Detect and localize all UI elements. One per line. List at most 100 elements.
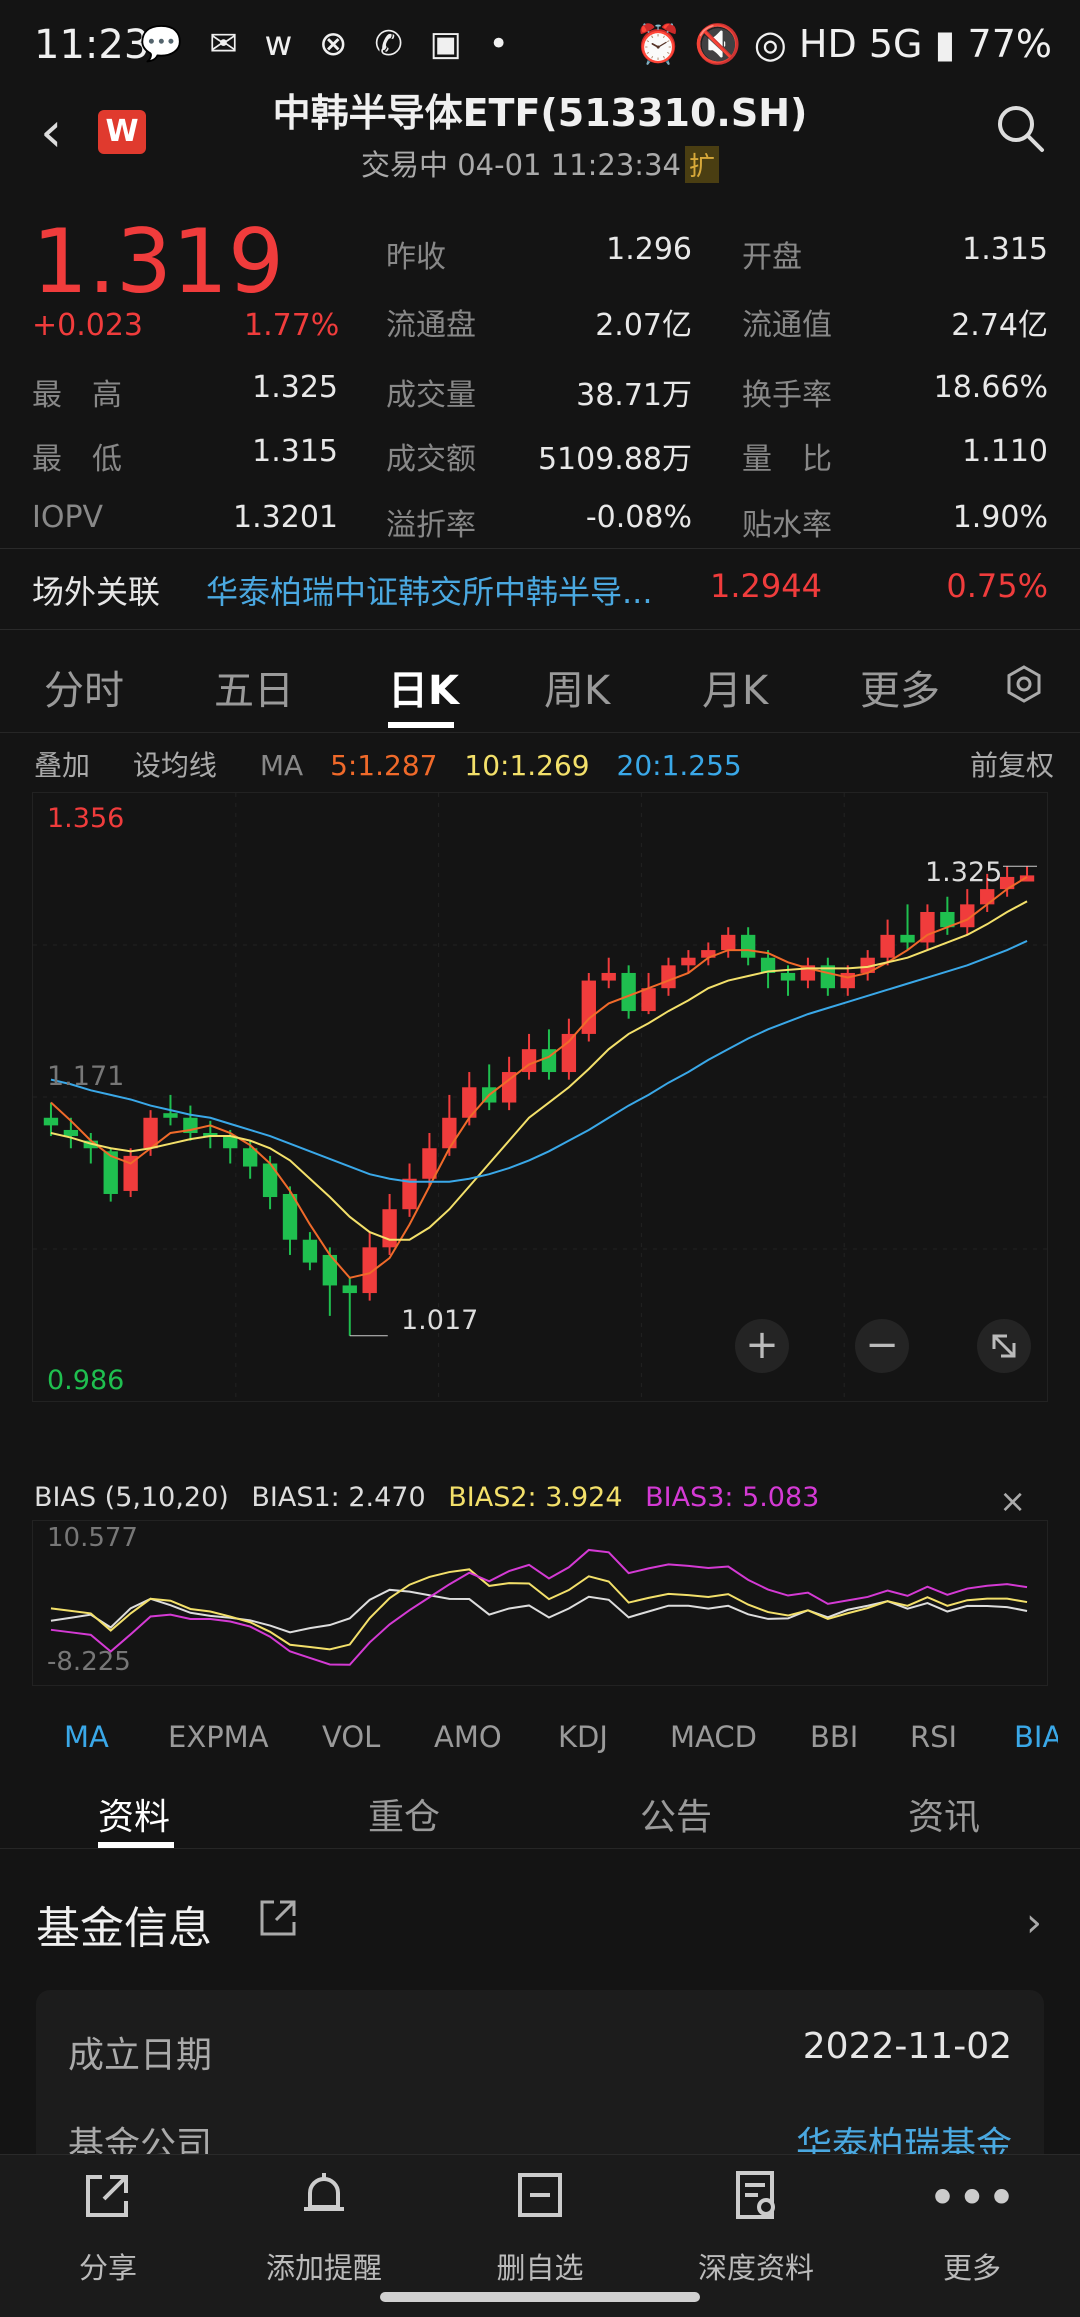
status-time: 11:23 (34, 22, 150, 68)
home-indicator[interactable] (380, 2292, 700, 2302)
kline-chart[interactable]: 1.356 1.171 0.986 1.325 1.017 + − (32, 792, 1048, 1402)
bias-line-ma10 (50, 1568, 1028, 1651)
tab-monthly-k[interactable]: 月K (702, 658, 768, 716)
tab-holdings[interactable]: 重仓 (368, 1788, 440, 1840)
quote-value: 38.71万 (576, 378, 692, 413)
share-label: 分享 (78, 2251, 137, 2285)
indicator-bbi[interactable]: BBI (810, 1720, 858, 1754)
candle-body (43, 1117, 59, 1126)
quote-value: 1.3201 (233, 500, 338, 535)
tab-five-day[interactable]: 五日 (214, 658, 294, 716)
info-tabs: 资料 重仓 公告 资讯 (0, 1774, 1080, 1849)
quote-value: -0.08% (585, 500, 692, 535)
price-change: +0.023 (32, 308, 144, 343)
candle-body (382, 1209, 397, 1248)
indicator-bias[interactable]: BIA (1014, 1720, 1058, 1754)
bias-chart[interactable]: 10.577 -8.225 (32, 1520, 1048, 1686)
quote-label: 换手率 (742, 378, 832, 413)
found-date-value: 2022-11-02 (802, 2026, 1012, 2067)
last-price: 1.319 (32, 210, 284, 313)
search-icon[interactable] (994, 102, 1046, 158)
report-icon (666, 2169, 846, 2233)
more-label: 更多 (942, 2251, 1001, 2285)
quote-label: 最 高 (32, 378, 122, 413)
set-ma-button[interactable]: 设均线 (133, 749, 217, 782)
bias-svg (50, 1548, 1028, 1666)
indicator-kdj[interactable]: KDJ (558, 1720, 608, 1754)
quote-label: 开盘 (742, 240, 802, 275)
extended-badge[interactable]: 扩 (684, 146, 719, 183)
candle-body (621, 972, 636, 1012)
candle-body (880, 934, 895, 958)
candle-body (422, 1148, 437, 1179)
quote-value: 1.315 (252, 434, 338, 469)
otc-link-row[interactable]: 场外关联 华泰柏瑞中证韩交所中韩半导... 1.2944 0.75% (0, 548, 1080, 630)
ma20-value: 20:1.255 (616, 749, 742, 782)
candle-body (262, 1163, 278, 1198)
adjust-mode[interactable]: 前复权 (970, 744, 1054, 784)
ma5-value: 5:1.287 (330, 749, 438, 782)
ma10-value: 10:1.269 (464, 749, 590, 782)
chart-high-label: 1.356 (47, 803, 125, 834)
tab-intraday[interactable]: 分时 (44, 658, 124, 716)
zoom-out-button[interactable]: − (855, 1319, 909, 1373)
candle-body (442, 1117, 457, 1149)
quote-value: 1.315 (962, 232, 1048, 267)
candle-body (63, 1129, 79, 1137)
ma-label: MA (259, 749, 304, 782)
quote-value: 1.90% (952, 500, 1048, 535)
candle-body (342, 1285, 357, 1294)
remove-watchlist-label: 删自选 (496, 2251, 584, 2285)
tab-announcements[interactable]: 公告 (640, 1788, 712, 1840)
indicator-ma[interactable]: MA (64, 1720, 109, 1754)
close-icon[interactable]: × (999, 1482, 1026, 1520)
indicator-amo[interactable]: AMO (434, 1720, 502, 1754)
tab-daily-k[interactable]: 日K (388, 658, 459, 716)
fullscreen-icon[interactable] (977, 1319, 1031, 1373)
fund-info-title: 基金信息 (36, 1903, 212, 1954)
quote-label: 溢折率 (386, 508, 476, 543)
chevron-right-icon[interactable]: › (1026, 1900, 1042, 1946)
indicator-expma[interactable]: EXPMA (168, 1720, 269, 1754)
candle-body (900, 934, 915, 943)
tab-profile[interactable]: 资料 (98, 1788, 170, 1840)
tab-weekly-k[interactable]: 周K (544, 658, 610, 716)
quote-value: 1.296 (606, 232, 692, 267)
chart-mid-label: 1.171 (47, 1061, 125, 1092)
external-link-icon[interactable] (256, 1896, 300, 1944)
trade-time: 交易中 04-01 11:23:34 (361, 148, 681, 182)
candle-body (661, 965, 676, 989)
bias-title: BIAS (5,10,20) (34, 1482, 229, 1513)
kline-svg (33, 793, 1047, 1401)
page-title: 中韩半导体ETF(513310.SH) (272, 91, 808, 135)
candle-body (840, 972, 855, 989)
candle-body (980, 889, 995, 905)
indicator-tabs: MA EXPMA VOL AMO KDJ MACD BBI RSI BIA (0, 1700, 1080, 1774)
zoom-in-button[interactable]: + (735, 1319, 789, 1373)
more-button[interactable]: ••• 更多 (882, 2155, 1062, 2317)
bias-legend: BIAS (5,10,20) BIAS1: 2.470 BIAS2: 3.924… (34, 1482, 1054, 1520)
active-section-indicator (98, 1842, 174, 1848)
settings-icon[interactable] (1004, 664, 1044, 708)
overlay-button[interactable]: 叠加 (34, 749, 90, 782)
quote-label: IOPV (32, 500, 104, 535)
bias3-value: BIAS3: 5.083 (645, 1482, 820, 1513)
quote-label: 最 低 (32, 442, 122, 477)
indicator-rsi[interactable]: RSI (910, 1720, 957, 1754)
otc-label: 场外关联 (32, 573, 161, 611)
bias-top-label: 10.577 (47, 1523, 138, 1553)
quote-label: 量 比 (742, 442, 832, 477)
candle-body (601, 972, 616, 981)
trade-status: 交易中 04-01 11:23:34 扩 (0, 142, 1080, 184)
indicator-macd[interactable]: MACD (670, 1720, 757, 1754)
quote-value: 2.07亿 (595, 308, 692, 343)
candle-body (740, 934, 756, 958)
indicator-vol[interactable]: VOL (322, 1720, 380, 1754)
tab-news[interactable]: 资讯 (908, 1788, 980, 1840)
otc-fund-name[interactable]: 华泰柏瑞中证韩交所中韩半导... (206, 567, 653, 613)
deep-data-label: 深度资料 (697, 2251, 814, 2285)
add-alert-label: 添加提醒 (265, 2251, 382, 2285)
tab-more[interactable]: 更多 (860, 658, 940, 716)
quote-value: 5109.88万 (537, 442, 692, 477)
share-button[interactable]: 分享 (18, 2155, 198, 2317)
